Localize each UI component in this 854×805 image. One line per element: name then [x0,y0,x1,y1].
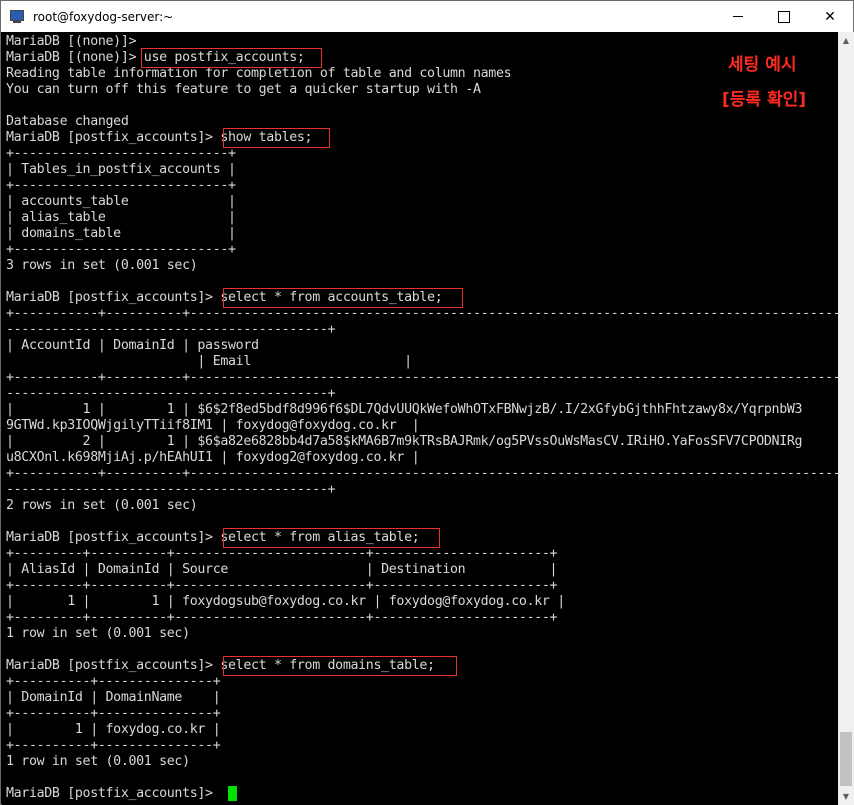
terminal-line: | DomainId | DomainName | [6,690,221,705]
terminal-line: MariaDB [postfix_accounts]> [6,786,221,801]
command-highlight-accounts [223,288,463,308]
terminal-line: +----------------------------+ [6,242,236,257]
terminal-line: +-----------+----------+----------------… [6,370,838,385]
close-icon: ✕ [824,8,836,25]
terminal-line: | 1 | 1 | foxydogsub@foxydog.co.kr | fox… [6,594,565,609]
command-highlight-show-tables [223,128,330,148]
title-bar[interactable]: root@foxydog-server:~ ✕ [1,1,853,32]
terminal-line: u8CXOnl.k698MjiAj.p/hEAhUI1 | foxydog2@f… [6,450,420,465]
maximize-icon [778,10,790,23]
terminal-line: | domains_table | [6,226,236,241]
terminal-line: +----------------------------+ [6,146,236,161]
terminal-line: ----------------------------------------… [6,322,336,337]
terminal-line: 9GTWd.kp3IOQWjgilyTTiif8IM1 | foxydog@fo… [6,418,420,433]
terminal-line: 1 row in set (0.001 sec) [6,626,190,641]
terminal-line: +---------+----------+------------------… [6,578,558,593]
terminal-line: +---------+----------+------------------… [6,546,558,561]
terminal-line: +---------+----------+------------------… [6,610,558,625]
terminal-line: | 2 | 1 | $6$a82e6828bb4d7a58$kMA6B7m9kT… [6,434,803,449]
terminal-line: | 1 | 1 | $6$2f8ed5bdf8d996f6$DL7QdvUUQk… [6,402,803,417]
terminal-line: Database changed [6,114,129,129]
terminal-line: | Tables_in_postfix_accounts | [6,162,236,177]
minimize-icon [733,16,743,17]
scroll-up-arrow-icon[interactable]: ▲ [838,32,854,49]
annotation-title: 세팅 예시 [728,55,797,75]
maximize-button[interactable] [761,1,807,32]
terminal-line: +-----------+----------+----------------… [6,466,838,481]
close-button[interactable]: ✕ [807,1,853,32]
terminal-line: | AliasId | DomainId | Source | Destinat… [6,562,558,577]
terminal-line: You can turn off this feature to get a q… [6,82,481,97]
terminal-line: | Email | [6,354,412,369]
terminal-line: ----------------------------------------… [6,386,336,401]
terminal-line: +-----------+----------+----------------… [6,306,838,321]
scrollbar-thumb[interactable] [840,732,852,786]
terminal-line: Reading table information for completion… [6,66,512,81]
terminal-line: | 1 | foxydog.co.kr | [6,722,221,737]
terminal-line: | alias_table | [6,210,236,225]
terminal-line: +----------+---------------+ [6,706,221,721]
putty-app-icon[interactable] [9,9,25,24]
annotation-subtitle: [등록 확인] [722,90,807,110]
scroll-down-arrow-icon[interactable]: ▼ [838,788,854,805]
terminal-line: 2 rows in set (0.001 sec) [6,498,198,513]
terminal-line: +----------+---------------+ [6,674,221,689]
minimize-button[interactable] [715,1,761,32]
command-highlight-alias [223,528,440,548]
terminal-line: +----------------------------+ [6,178,236,193]
terminal-line: 1 row in set (0.001 sec) [6,754,190,769]
terminal-line: +----------+---------------+ [6,738,221,753]
terminal-line: | AccountId | DomainId | password [6,338,259,353]
vertical-scrollbar[interactable]: ▲ ▼ [838,32,854,805]
terminal-output[interactable]: MariaDB [(none)]> MariaDB [(none)]> use … [2,32,838,805]
terminal-line: MariaDB [(none)]> [6,34,137,49]
command-highlight-use [141,48,322,68]
terminal-line: ----------------------------------------… [6,482,336,497]
terminal-cursor [228,786,237,801]
terminal-line: 3 rows in set (0.001 sec) [6,258,198,273]
terminal-window: root@foxydog-server:~ ✕ MariaDB [(none)]… [0,0,854,805]
command-highlight-domains [223,656,457,676]
terminal-line: | accounts_table | [6,194,236,209]
window-title: root@foxydog-server:~ [33,9,174,24]
